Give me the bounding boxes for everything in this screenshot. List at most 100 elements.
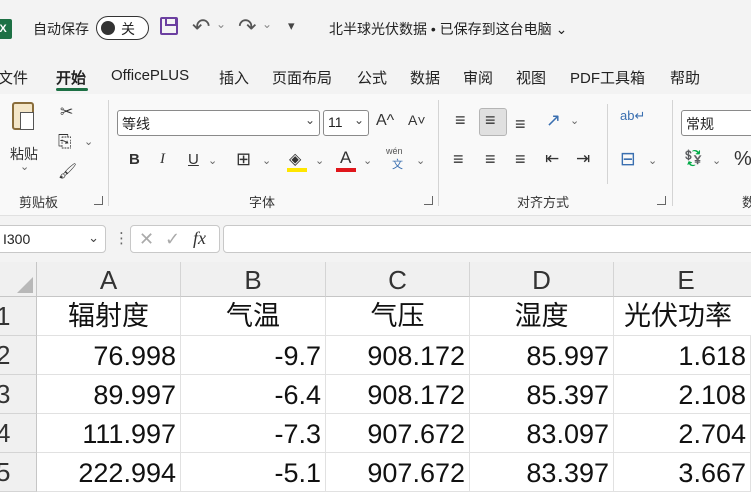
number-format-select[interactable]: 常规 (681, 110, 751, 136)
orientation-icon[interactable]: ↗ (546, 110, 561, 131)
row-header-2[interactable]: 2 (0, 336, 37, 375)
border-dropdown-icon[interactable]: ⌄ (262, 154, 271, 167)
cut-icon[interactable]: ✂ (60, 102, 73, 122)
tab-officeplus[interactable]: OfficePLUS (111, 67, 189, 84)
autosave-toggle[interactable]: 关 (96, 16, 149, 40)
underline-dropdown-icon[interactable]: ⌄ (208, 154, 217, 167)
tab-review[interactable]: 审阅 (463, 67, 493, 88)
tab-formulas[interactable]: 公式 (357, 67, 387, 88)
font-launcher-icon[interactable] (424, 196, 433, 205)
tab-view[interactable]: 视图 (516, 67, 546, 88)
top-align-icon[interactable]: ≡ (455, 110, 466, 131)
tab-insert[interactable]: 插入 (219, 67, 249, 88)
row-header-5[interactable]: 5 (0, 453, 37, 492)
more-options-icon[interactable]: ⋮ (114, 229, 129, 247)
paste-icon[interactable] (12, 102, 34, 130)
row-header-3[interactable]: 3 (0, 375, 37, 414)
column-header-b[interactable]: B (181, 262, 326, 297)
name-box[interactable]: I300 ⌄ (0, 225, 106, 253)
fill-dropdown-icon[interactable]: ⌄ (315, 154, 324, 167)
phonetic-icon[interactable]: wén (386, 146, 403, 156)
currency-dropdown-icon[interactable]: ⌄ (712, 154, 721, 167)
row-header-1[interactable]: 1 (0, 297, 37, 336)
font-name-select[interactable]: 等线 ⌄ (117, 110, 320, 136)
table-cell[interactable]: 907.672 (326, 453, 470, 492)
align-right-icon[interactable]: ≡ (515, 149, 526, 170)
formula-input[interactable] (223, 225, 751, 253)
redo-icon[interactable]: ↷ (238, 14, 256, 40)
table-cell[interactable]: 辐射度 (37, 297, 181, 336)
clipboard-launcher-icon[interactable] (94, 196, 103, 205)
table-cell[interactable]: 1.618 (614, 336, 751, 375)
wrap-text-icon[interactable]: ab↵ (620, 108, 645, 124)
tab-data[interactable]: 数据 (410, 67, 440, 88)
copy-icon[interactable]: ⎘ (58, 132, 72, 152)
table-cell[interactable]: -6.4 (181, 375, 326, 414)
decrease-indent-icon[interactable]: ⇤ (545, 149, 559, 169)
insert-function-icon[interactable]: fx (193, 228, 206, 249)
copy-dropdown-icon[interactable]: ⌄ (84, 135, 93, 148)
table-cell[interactable]: 光伏功率 (614, 297, 751, 336)
table-cell[interactable]: -9.7 (181, 336, 326, 375)
column-header-d[interactable]: D (470, 262, 614, 297)
tab-home[interactable]: 开始 (56, 67, 86, 88)
select-all-button[interactable] (0, 262, 37, 297)
table-cell[interactable]: 89.997 (37, 375, 181, 414)
grow-font-button[interactable]: A^ (376, 112, 394, 130)
align-center-icon[interactable]: ≡ (485, 149, 496, 170)
table-cell[interactable]: -5.1 (181, 453, 326, 492)
alignment-launcher-icon[interactable] (657, 196, 666, 205)
align-left-icon[interactable]: ≡ (453, 149, 464, 170)
italic-button[interactable]: I (160, 151, 165, 168)
increase-indent-icon[interactable]: ⇥ (576, 149, 590, 169)
middle-align-icon[interactable]: ≡ (485, 110, 496, 131)
column-header-a[interactable]: A (37, 262, 181, 297)
border-icon[interactable]: ⊞ (236, 149, 251, 170)
document-title[interactable]: 北半球光伏数据 • 已保存到这台电脑 ⌄ (329, 19, 567, 39)
cancel-icon[interactable]: ✕ (139, 229, 154, 250)
font-size-select[interactable]: 11 ⌄ (323, 110, 369, 136)
table-cell[interactable]: 222.994 (37, 453, 181, 492)
undo-dropdown-icon[interactable]: ⌄ (216, 17, 226, 31)
bottom-align-icon[interactable]: ≡ (515, 114, 526, 135)
table-cell[interactable]: -7.3 (181, 414, 326, 453)
tab-file[interactable]: 文件 (0, 67, 28, 88)
table-cell[interactable]: 2.108 (614, 375, 751, 414)
column-header-c[interactable]: C (326, 262, 470, 297)
table-cell[interactable]: 气压 (326, 297, 470, 336)
merge-dropdown-icon[interactable]: ⌄ (648, 154, 657, 167)
phonetic-dropdown-icon[interactable]: ⌄ (416, 154, 425, 167)
paste-dropdown-icon[interactable]: ⌄ (20, 160, 29, 173)
underline-button[interactable]: U (188, 151, 199, 168)
row-header-4[interactable]: 4 (0, 414, 37, 453)
bold-button[interactable]: B (129, 151, 140, 168)
table-cell[interactable]: 908.172 (326, 336, 470, 375)
redo-dropdown-icon[interactable]: ⌄ (262, 17, 272, 31)
tab-help[interactable]: 帮助 (670, 67, 700, 88)
font-color-dropdown-icon[interactable]: ⌄ (363, 154, 372, 167)
font-color-icon[interactable]: A (340, 148, 351, 168)
column-header-e[interactable]: E (614, 262, 751, 297)
save-icon[interactable] (160, 17, 178, 35)
enter-icon[interactable]: ✓ (165, 229, 180, 250)
table-cell[interactable]: 908.172 (326, 375, 470, 414)
table-cell[interactable]: 2.704 (614, 414, 751, 453)
percent-button[interactable]: % (734, 148, 751, 171)
table-cell[interactable]: 湿度 (470, 297, 614, 336)
table-cell[interactable]: 83.097 (470, 414, 614, 453)
tab-page-layout[interactable]: 页面布局 (272, 67, 332, 88)
table-cell[interactable]: 76.998 (37, 336, 181, 375)
table-cell[interactable]: 907.672 (326, 414, 470, 453)
tab-pdf-toolbox[interactable]: PDF工具箱 (570, 67, 645, 88)
table-cell[interactable]: 85.997 (470, 336, 614, 375)
customize-toolbar-icon[interactable]: ▾ (288, 18, 295, 34)
table-cell[interactable]: 111.997 (37, 414, 181, 453)
fill-color-icon[interactable]: ◈ (289, 149, 301, 169)
table-cell[interactable]: 85.397 (470, 375, 614, 414)
currency-icon[interactable]: 💱 (684, 149, 703, 167)
undo-icon[interactable]: ↶ (192, 14, 210, 40)
orientation-dropdown-icon[interactable]: ⌄ (570, 114, 579, 127)
format-painter-icon[interactable]: 🖌 (58, 162, 77, 180)
table-cell[interactable]: 3.667 (614, 453, 751, 492)
table-cell[interactable]: 气温 (181, 297, 326, 336)
